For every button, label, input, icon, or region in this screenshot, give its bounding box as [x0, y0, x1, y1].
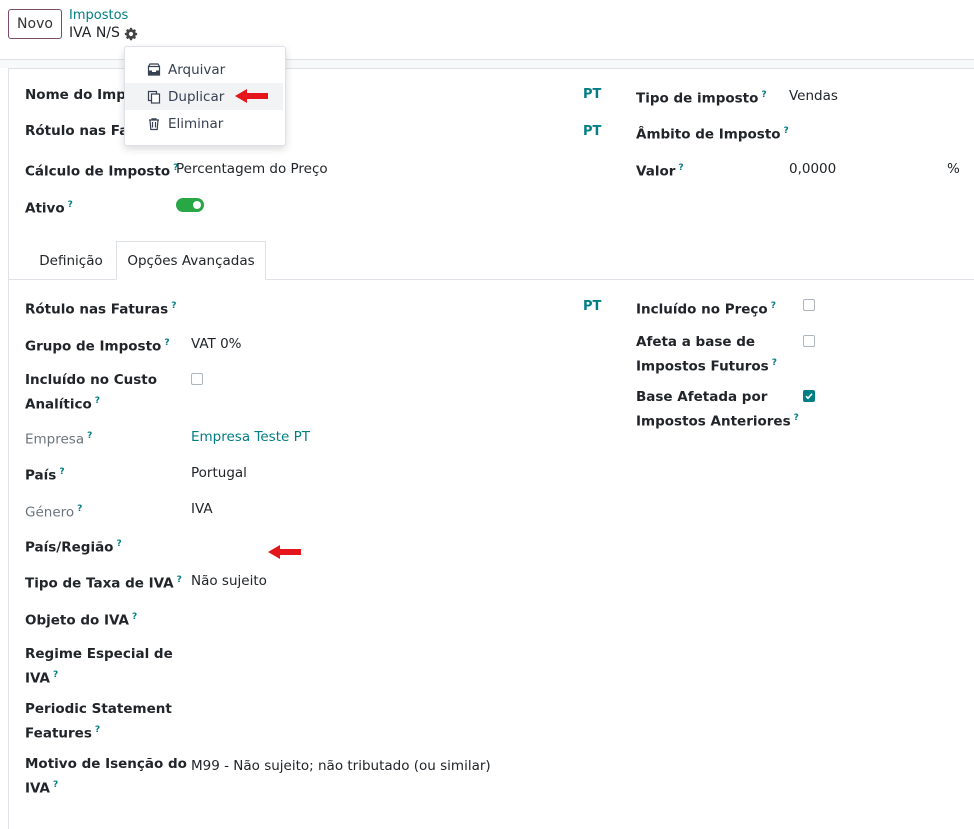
exemption-reason-label: Motivo de Isenção do IVA? — [25, 756, 187, 797]
translate-button[interactable]: PT — [583, 87, 601, 102]
help-tooltip-icon[interactable]: ? — [761, 90, 766, 100]
help-tooltip-icon[interactable]: ? — [95, 396, 100, 406]
annotation-arrow-icon — [235, 89, 268, 103]
tax-group-label: Grupo de Imposto? — [25, 338, 170, 355]
help-tooltip-icon[interactable]: ? — [784, 126, 789, 136]
company-link[interactable]: Empresa Teste PT — [191, 427, 310, 448]
company-label: Empresa? — [25, 431, 93, 448]
active-toggle[interactable] — [176, 198, 204, 212]
amount-input[interactable]: 0,0000 — [789, 159, 836, 180]
check-icon — [805, 393, 813, 400]
vat-object-label: Objeto do IVA? — [25, 612, 138, 629]
help-tooltip-icon[interactable]: ? — [116, 539, 121, 549]
amount-unit: % — [947, 161, 960, 177]
help-tooltip-icon[interactable]: ? — [59, 467, 64, 477]
menu-item-archive[interactable]: Arquivar — [125, 56, 283, 83]
help-tooltip-icon[interactable]: ? — [771, 301, 776, 311]
help-tooltip-icon[interactable]: ? — [68, 200, 73, 210]
tax-computation-label: Cálculo de Imposto? — [25, 163, 179, 180]
help-tooltip-icon[interactable]: ? — [678, 163, 683, 173]
help-tooltip-icon[interactable]: ? — [132, 612, 137, 622]
trash-icon — [149, 117, 159, 130]
analytic-checkbox[interactable] — [191, 373, 203, 385]
translate-button[interactable]: PT — [583, 299, 601, 314]
amount-label: Valor? — [636, 163, 684, 180]
vat-rate-type-field[interactable]: Não sujeito — [191, 571, 267, 592]
help-tooltip-icon[interactable]: ? — [164, 338, 169, 348]
breadcrumb-parent-link[interactable]: Impostos — [69, 8, 128, 23]
vat-rate-type-label: Tipo de Taxa de IVA? — [25, 575, 182, 592]
base-affected-checkbox[interactable] — [803, 390, 815, 402]
special-regime-label: Regime Especial de IVA? — [25, 646, 173, 687]
genre-field: IVA — [191, 501, 213, 517]
archive-icon — [147, 62, 161, 76]
help-tooltip-icon[interactable]: ? — [177, 575, 182, 585]
affects-base-label: Afeta a base de Impostos Futuros? — [636, 334, 777, 375]
breadcrumb-current: IVA N/S — [69, 25, 120, 41]
tax-type-label: Tipo de imposto? — [636, 90, 767, 107]
country-field[interactable]: Portugal — [191, 463, 247, 484]
help-tooltip-icon[interactable]: ? — [772, 358, 777, 368]
help-tooltip-icon[interactable]: ? — [53, 780, 58, 790]
help-tooltip-icon[interactable]: ? — [171, 301, 176, 311]
analytic-label: Incluído no Custo Analítico? — [25, 372, 158, 413]
copy-icon — [147, 90, 161, 104]
base-affected-label: Base Afetada por Impostos Anteriores? — [636, 389, 799, 430]
tax-computation-select[interactable]: Percentagem do Preço — [176, 159, 328, 180]
tab-definition[interactable]: Definição — [25, 241, 117, 280]
adv-invoice-label-label: Rótulo nas Faturas? — [25, 301, 177, 318]
genre-label: Género? — [25, 504, 83, 521]
tax-type-select[interactable]: Vendas — [789, 86, 838, 107]
region-label: País/Região? — [25, 539, 122, 556]
help-tooltip-icon[interactable]: ? — [95, 725, 100, 735]
toggle-knob — [193, 201, 201, 209]
annotation-arrow-icon — [268, 545, 301, 559]
exemption-reason-field[interactable]: M99 - Não sujeito; não tributado (ou sim… — [191, 756, 491, 777]
help-tooltip-icon[interactable]: ? — [794, 413, 799, 423]
price-include-label: Incluído no Preço? — [636, 301, 776, 318]
periodic-statement-label: Periodic Statement Features? — [25, 701, 172, 742]
tax-group-field[interactable]: VAT 0% — [191, 334, 242, 355]
translate-button[interactable]: PT — [583, 124, 601, 139]
active-label: Ativo? — [25, 200, 73, 217]
help-tooltip-icon[interactable]: ? — [53, 670, 58, 680]
affects-base-checkbox[interactable] — [803, 335, 815, 347]
help-tooltip-icon[interactable]: ? — [87, 431, 92, 441]
gear-icon[interactable] — [124, 27, 138, 41]
price-include-checkbox[interactable] — [803, 299, 815, 311]
help-tooltip-icon[interactable]: ? — [77, 504, 82, 514]
menu-item-delete[interactable]: Eliminar — [125, 110, 283, 137]
country-label: País? — [25, 467, 65, 484]
tab-advanced-options[interactable]: Opções Avançadas — [116, 241, 266, 280]
tax-scope-label: Âmbito de Imposto? — [636, 126, 789, 143]
new-button[interactable]: Novo — [8, 9, 62, 39]
